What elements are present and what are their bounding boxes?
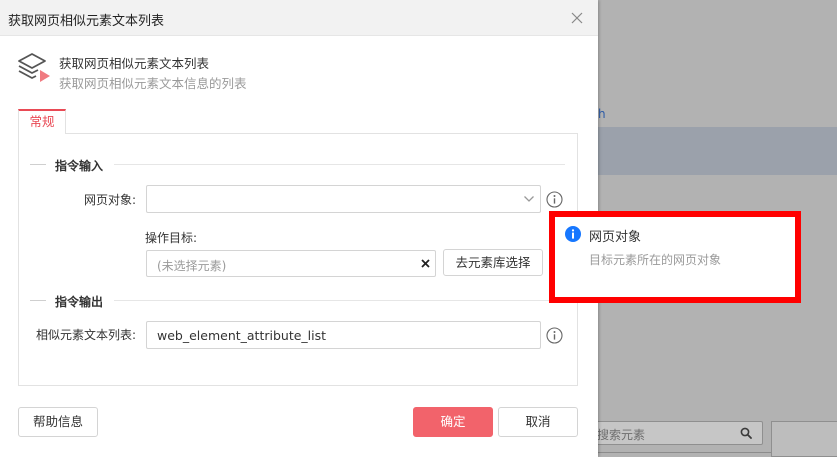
cancel-button[interactable]: 取消 bbox=[498, 407, 578, 437]
section-title-output: 指令输出 bbox=[55, 295, 104, 309]
operation-target-label: 操作目标: bbox=[145, 231, 198, 245]
dialog-title: 获取网页相似元素文本列表 bbox=[8, 14, 165, 29]
operation-target-placeholder: (未选择元素) bbox=[157, 259, 227, 273]
background-search-box: 搜索元素 bbox=[588, 421, 763, 445]
layers-play-icon bbox=[18, 53, 50, 82]
dialog-header: 获取网页相似元素文本列表 bbox=[0, 0, 598, 36]
tab-general[interactable]: 常规 bbox=[18, 109, 66, 134]
command-dialog: 获取网页相似元素文本列表 获取网页相似元素文本列表 获取网页相似元素文本信息的列… bbox=[0, 0, 598, 457]
background-selected-row bbox=[598, 127, 837, 175]
section-divider bbox=[30, 300, 46, 301]
web-object-label: 网页对象: bbox=[83, 193, 136, 207]
command-name: 获取网页相似元素文本列表 bbox=[59, 56, 210, 71]
background-search-placeholder: 搜索元素 bbox=[597, 428, 646, 442]
confirm-button[interactable]: 确定 bbox=[413, 407, 493, 437]
operation-target-field[interactable]: (未选择元素) bbox=[146, 250, 436, 277]
tooltip-description: 目标元素所在的网页对象 bbox=[589, 253, 722, 267]
section-divider bbox=[114, 300, 565, 301]
command-description: 获取网页相似元素文本信息的列表 bbox=[59, 76, 247, 91]
background-corner-box bbox=[771, 421, 837, 457]
clear-icon[interactable] bbox=[420, 258, 431, 269]
background-link-fragment: h bbox=[598, 107, 606, 121]
tooltip-title: 网页对象 bbox=[589, 230, 642, 245]
web-object-select[interactable] bbox=[146, 185, 541, 213]
web-object-tooltip: 网页对象 目标元素所在的网页对象 bbox=[549, 211, 801, 303]
search-icon bbox=[740, 427, 752, 439]
text-list-label: 相似元素文本列表: bbox=[35, 328, 136, 342]
chevron-down-icon bbox=[524, 196, 534, 202]
info-icon[interactable] bbox=[546, 191, 563, 208]
info-icon bbox=[565, 226, 581, 242]
help-button[interactable]: 帮助信息 bbox=[18, 407, 98, 437]
text-list-variable-input[interactable] bbox=[146, 321, 541, 349]
close-icon[interactable] bbox=[569, 10, 585, 26]
info-icon[interactable] bbox=[546, 327, 563, 344]
element-library-button[interactable]: 去元素库选择 bbox=[443, 249, 543, 276]
section-title-input: 指令输入 bbox=[55, 159, 104, 173]
section-divider bbox=[114, 164, 565, 165]
section-divider bbox=[30, 164, 46, 165]
